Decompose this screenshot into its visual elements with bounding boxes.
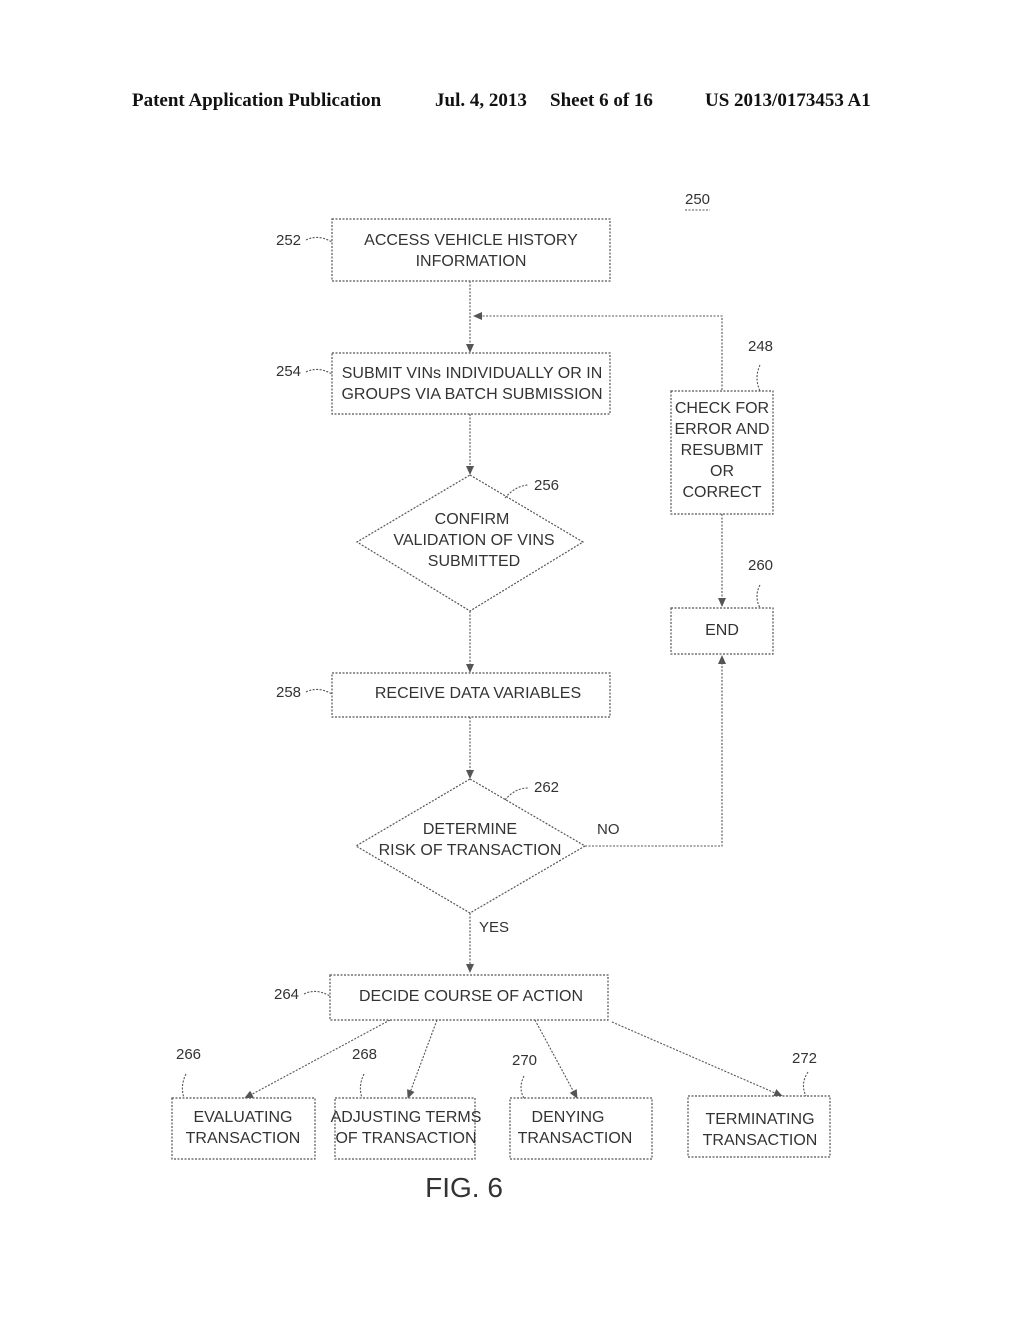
figure-ref: 250	[685, 191, 710, 208]
ref-leader	[802, 1071, 809, 1097]
step-ref: 248	[748, 338, 773, 355]
step-label: SUBMIT VINs INDIVIDUALLY OR IN	[342, 365, 603, 382]
ref-leader	[303, 990, 331, 997]
outcome-ref: 270	[512, 1052, 537, 1069]
step-decide-course-of-action: DECIDE COURSE OF ACTION 264	[274, 974, 609, 1021]
step-label: GROUPS VIA BATCH SUBMISSION	[341, 386, 602, 403]
outcome-evaluating: EVALUATING TRANSACTION 266	[171, 1046, 316, 1160]
outcome-label: DENYING	[532, 1109, 605, 1126]
step-ref: 264	[274, 986, 299, 1003]
terminal-label: END	[705, 622, 739, 639]
step-label: CHECK FOR	[675, 400, 769, 417]
step-label: ACCESS VEHICLE HISTORY	[364, 232, 578, 249]
decision-confirm-validation: CONFIRM VALIDATION OF VINS SUBMITTED 256	[355, 474, 585, 612]
step-ref: 254	[276, 363, 301, 380]
step-label: RESUBMIT	[681, 442, 764, 459]
ref-leader	[756, 364, 761, 392]
step-submit-vins: SUBMIT VINs INDIVIDUALLY OR IN GROUPS VI…	[276, 352, 611, 415]
outcome-terminating: TERMINATING TRANSACTION 272	[687, 1050, 831, 1158]
outcome-label: OF TRANSACTION	[335, 1130, 476, 1147]
edge-label-yes: YES	[479, 919, 509, 936]
ref-leader	[504, 484, 529, 499]
step-label: CORRECT	[682, 484, 761, 501]
outcome-label: EVALUATING	[194, 1109, 293, 1126]
edge-264-268	[407, 1019, 438, 1099]
edge-264-272	[611, 1021, 783, 1097]
step-label: RECEIVE DATA VARIABLES	[375, 685, 581, 702]
step-ref: 252	[276, 232, 301, 249]
ref-leader	[305, 368, 333, 375]
ref-leader	[359, 1073, 365, 1099]
ref-leader	[504, 787, 529, 801]
decision-label: DETERMINE	[423, 821, 517, 838]
outcome-denying: DENYING TRANSACTION 270	[509, 1052, 653, 1160]
ref-leader	[181, 1073, 187, 1099]
decision-ref: 262	[534, 779, 559, 796]
outcome-label: TRANSACTION	[518, 1130, 633, 1147]
flowchart: 250 ACCESS VEHICLE HISTORY INFORMATION 2…	[171, 191, 831, 1203]
step-label: DECIDE COURSE OF ACTION	[359, 988, 583, 1005]
decision-label: RISK OF TRANSACTION	[379, 842, 562, 859]
figure-caption: FIG. 6	[425, 1172, 503, 1203]
outcome-ref: 272	[792, 1050, 817, 1067]
step-receive-data-variables: RECEIVE DATA VARIABLES 258	[276, 672, 611, 718]
step-access-vehicle-history: ACCESS VEHICLE HISTORY INFORMATION 252	[276, 218, 611, 282]
outcome-adjusting-terms: ADJUSTING TERMS OF TRANSACTION 268	[331, 1046, 482, 1160]
edge-264-270	[534, 1019, 578, 1099]
outcome-ref: 266	[176, 1046, 201, 1063]
step-label: INFORMATION	[416, 253, 527, 270]
decision-label: VALIDATION OF VINS	[393, 532, 554, 549]
terminal-ref: 260	[748, 557, 773, 574]
decision-determine-risk: DETERMINE RISK OF TRANSACTION 262	[354, 778, 587, 914]
step-label: ERROR AND	[674, 421, 769, 438]
ref-leader	[756, 584, 761, 609]
outcome-label: TERMINATING	[705, 1111, 814, 1128]
decision-label: CONFIRM	[435, 511, 510, 528]
step-ref: 258	[276, 684, 301, 701]
ref-leader	[305, 236, 333, 243]
decision-label: SUBMITTED	[428, 553, 520, 570]
outcome-label: TRANSACTION	[186, 1130, 301, 1147]
ref-leader	[305, 688, 333, 695]
decision-ref: 256	[534, 477, 559, 494]
edge-label-no: NO	[597, 821, 620, 838]
outcome-label: ADJUSTING TERMS	[331, 1109, 482, 1126]
outcome-ref: 268	[352, 1046, 377, 1063]
step-label: OR	[710, 463, 734, 480]
ref-leader	[520, 1075, 525, 1099]
outcome-label: TRANSACTION	[703, 1132, 818, 1149]
